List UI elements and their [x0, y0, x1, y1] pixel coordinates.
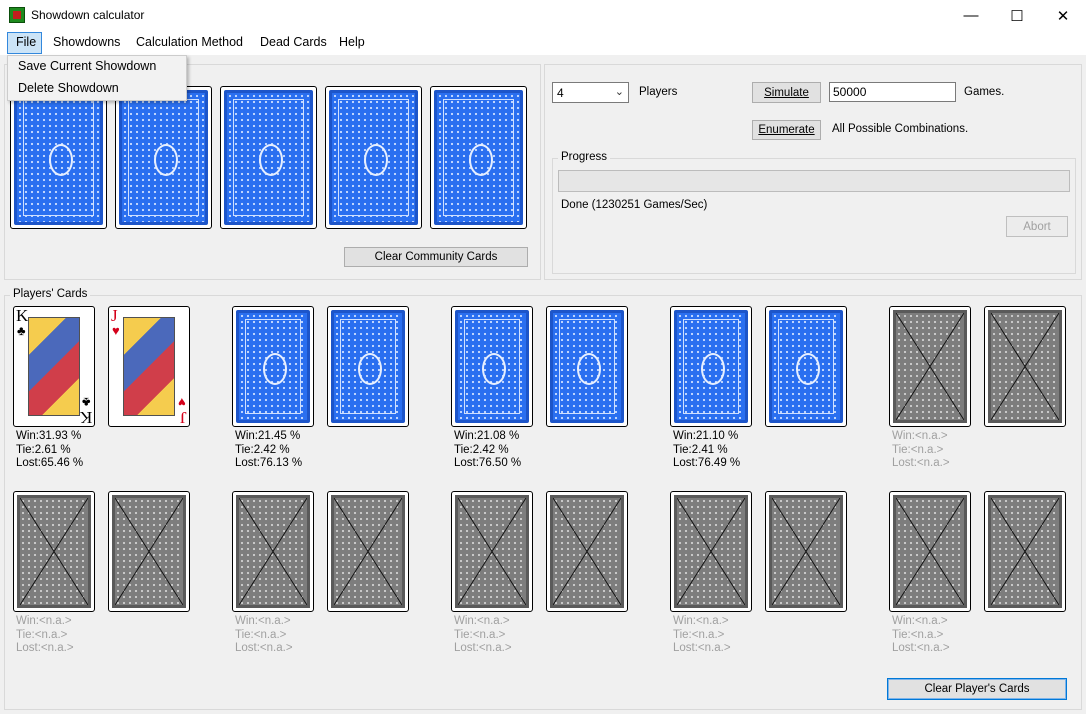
simulate-button-label: Simulate [764, 86, 809, 99]
card-suit-bottom: ♣ [82, 395, 91, 410]
player-6-lost: Lost:<n.a.> [16, 642, 74, 654]
players-select[interactable]: 4 ⌄ [552, 82, 629, 103]
player-1-lost: Lost:65.46 % [16, 457, 84, 469]
player-9-lost: Lost:<n.a.> [673, 642, 731, 654]
player-8-tie: Tie:<n.a.> [454, 628, 506, 641]
players-label: Players [639, 86, 678, 98]
players-select-value: 4 [557, 86, 564, 100]
player-3-card-1-back[interactable] [451, 306, 533, 427]
clear-community-cards-button[interactable]: Clear Community Cards [344, 247, 528, 267]
community-card-2-back[interactable] [115, 86, 212, 229]
player-10-card-1-empty-slot[interactable] [889, 491, 971, 612]
player-1-tie: Tie:2.61 % [16, 443, 71, 456]
player-7-card-1-empty-slot[interactable] [232, 491, 314, 612]
card-rank-bottom: K [79, 408, 92, 427]
menu-help[interactable]: Help [337, 35, 367, 49]
clear-players-cards-button[interactable]: Clear Player's Cards [887, 678, 1067, 700]
enumerate-label: All Possible Combinations. [832, 123, 969, 135]
player-8-win: Win:<n.a.> [454, 615, 510, 627]
player-5-card-2-empty-slot[interactable] [984, 306, 1066, 427]
player-3-tie: Tie:2.42 % [454, 443, 509, 456]
card-suit: ♥ [112, 323, 120, 338]
player-7-win: Win:<n.a.> [235, 615, 291, 627]
chevron-down-icon: ⌄ [614, 86, 624, 98]
menu-item-delete-showdown[interactable]: Delete Showdown [18, 81, 119, 95]
enumerate-button-label: Enumerate [758, 124, 815, 136]
player-3-lost: Lost:76.50 % [454, 457, 522, 469]
player-10-lost: Lost:<n.a.> [892, 642, 950, 654]
card-suit: ♣ [17, 323, 26, 338]
player-9-card-2-empty-slot[interactable] [765, 491, 847, 612]
player-2-lost: Lost:76.13 % [235, 457, 303, 469]
menu-item-save-current-showdown[interactable]: Save Current Showdown [18, 59, 156, 73]
player-6-card-1-empty-slot[interactable] [13, 491, 95, 612]
status-text: Done (1230251 Games/Sec) [561, 199, 708, 211]
player-3-card-2-back[interactable] [546, 306, 628, 427]
enumerate-button[interactable]: Enumerate [752, 120, 821, 140]
player-1-card-2-face[interactable]: J ♥ J ♥ [108, 306, 190, 427]
progress-label: Progress [558, 151, 611, 163]
card-figure-image [28, 317, 80, 416]
player-6-card-2-empty-slot[interactable] [108, 491, 190, 612]
card-figure-image [123, 317, 175, 416]
player-10-card-2-empty-slot[interactable] [984, 491, 1066, 612]
window-title: Showdown calculator [31, 8, 145, 22]
player-9-win: Win:<n.a.> [673, 615, 729, 627]
player-9-card-1-empty-slot[interactable] [670, 491, 752, 612]
menu-file[interactable]: File [14, 35, 38, 49]
community-card-4-back[interactable] [325, 86, 422, 229]
menu-bar: File Showdowns Calculation Method Dead C… [0, 31, 1086, 56]
player-2-card-1-back[interactable] [232, 306, 314, 427]
player-3-win: Win:21.08 % [454, 430, 520, 442]
player-8-card-1-empty-slot[interactable] [451, 491, 533, 612]
players-cards-label: Players' Cards [10, 288, 91, 300]
player-7-tie: Tie:<n.a.> [235, 628, 287, 641]
abort-button[interactable]: Abort [1006, 216, 1068, 237]
games-label: Games. [964, 86, 1005, 98]
player-4-card-2-back[interactable] [765, 306, 847, 427]
player-4-card-1-back[interactable] [670, 306, 752, 427]
file-dropdown-menu: Save Current Showdown Delete Showdown [7, 55, 187, 101]
player-5-card-1-empty-slot[interactable] [889, 306, 971, 427]
player-4-lost: Lost:76.49 % [673, 457, 741, 469]
community-card-5-back[interactable] [430, 86, 527, 229]
player-1-card-1-face[interactable]: K ♣ K ♣ [13, 306, 95, 427]
card-rank-bottom: J [180, 408, 187, 427]
simulate-button[interactable]: Simulate [752, 82, 821, 103]
menu-dead-cards[interactable]: Dead Cards [258, 35, 329, 49]
minimize-icon[interactable]: — [948, 0, 994, 31]
player-9-tie: Tie:<n.a.> [673, 628, 725, 641]
app-icon [9, 7, 25, 23]
player-8-lost: Lost:<n.a.> [454, 642, 512, 654]
close-icon[interactable]: ✕ [1040, 0, 1086, 31]
games-input[interactable] [829, 82, 956, 102]
title-bar[interactable]: Showdown calculator — ☐ ✕ [0, 0, 1086, 31]
player-1-win: Win:31.93 % [16, 430, 82, 442]
maximize-icon[interactable]: ☐ [994, 0, 1040, 31]
menu-showdowns[interactable]: Showdowns [51, 35, 122, 49]
player-6-win: Win:<n.a.> [16, 615, 72, 627]
player-4-tie: Tie:2.41 % [673, 443, 728, 456]
card-suit-bottom: ♥ [178, 395, 186, 410]
menu-calculation-method[interactable]: Calculation Method [134, 35, 245, 49]
player-10-tie: Tie:<n.a.> [892, 628, 944, 641]
progress-bar [558, 170, 1070, 192]
player-5-lost: Lost:<n.a.> [892, 457, 950, 469]
player-6-tie: Tie:<n.a.> [16, 628, 68, 641]
community-card-1-back[interactable] [10, 86, 107, 229]
player-8-card-2-empty-slot[interactable] [546, 491, 628, 612]
player-10-win: Win:<n.a.> [892, 615, 948, 627]
player-4-win: Win:21.10 % [673, 430, 739, 442]
community-card-3-back[interactable] [220, 86, 317, 229]
player-7-card-2-empty-slot[interactable] [327, 491, 409, 612]
player-5-tie: Tie:<n.a.> [892, 443, 944, 456]
player-2-tie: Tie:2.42 % [235, 443, 290, 456]
player-2-win: Win:21.45 % [235, 430, 301, 442]
player-7-lost: Lost:<n.a.> [235, 642, 293, 654]
player-2-card-2-back[interactable] [327, 306, 409, 427]
player-5-win: Win:<n.a.> [892, 430, 948, 442]
